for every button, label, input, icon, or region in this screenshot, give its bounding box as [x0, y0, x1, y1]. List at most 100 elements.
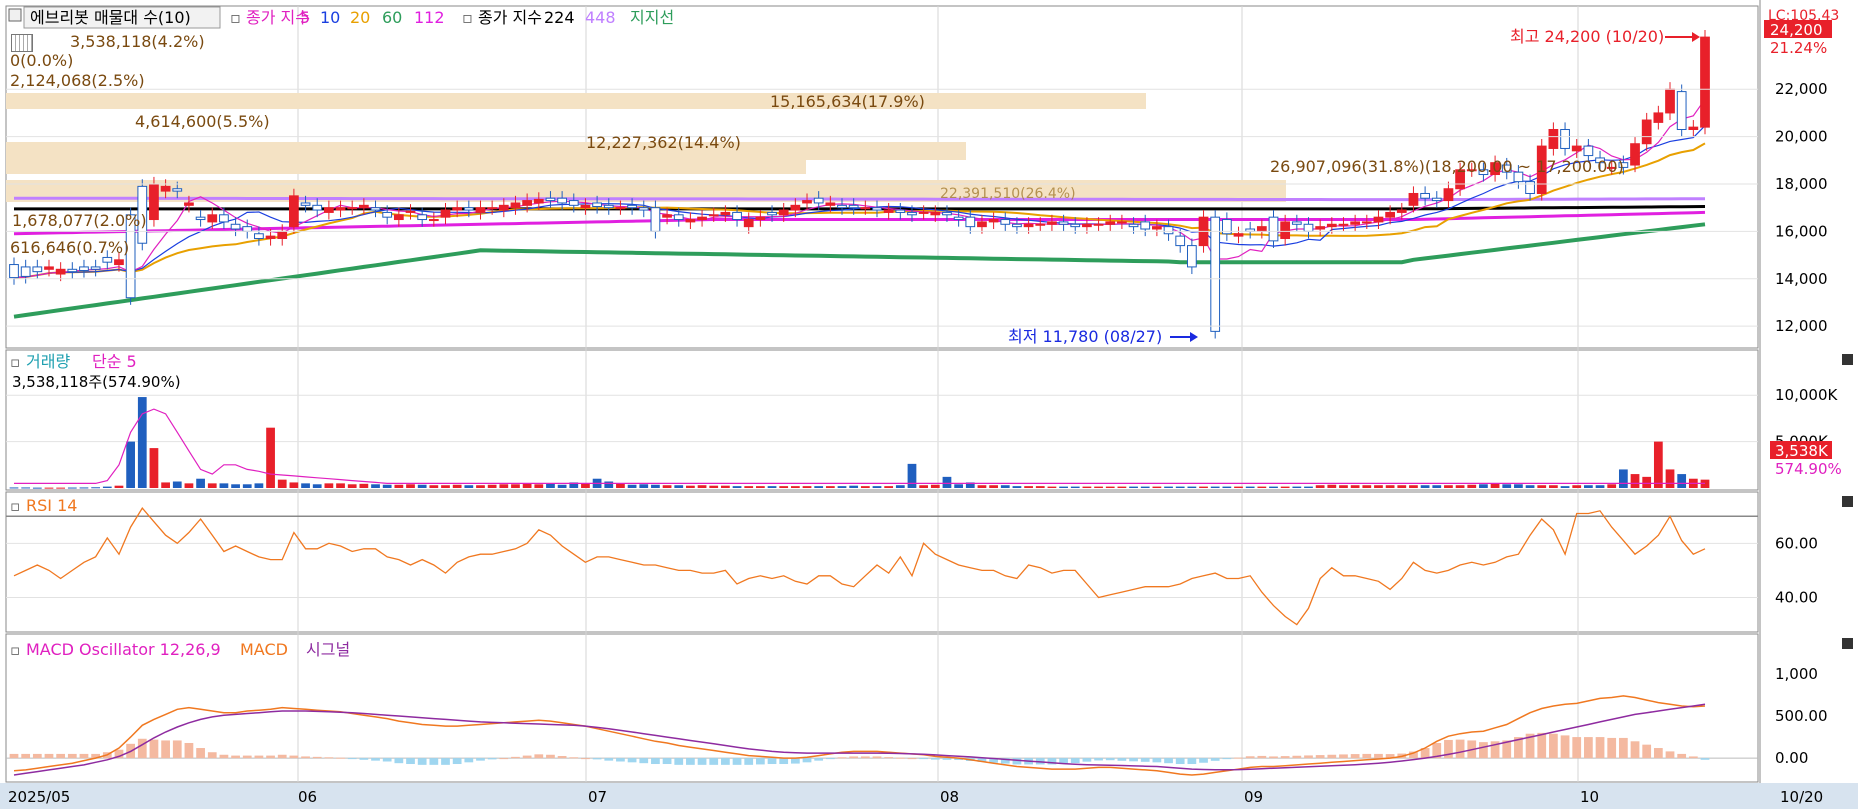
volume-bar — [534, 484, 544, 488]
candle-body — [1000, 219, 1011, 225]
volume-bar — [417, 484, 427, 488]
grid-toggle-icon[interactable] — [11, 34, 33, 52]
volume-bar — [149, 448, 159, 488]
volume-bar — [1070, 486, 1080, 488]
macd-oscillator-bar — [149, 739, 159, 759]
candle-body — [1012, 223, 1022, 228]
ma2-legend-label: 종가 지수 — [478, 8, 542, 27]
candle-body — [1186, 245, 1197, 268]
volume-profile-label: 3,538,118(4.2%) — [70, 32, 205, 51]
rsi-panel-close-icon[interactable] — [1842, 496, 1853, 507]
change-pct: 21.24% — [1770, 39, 1827, 57]
ma-period-112: 112 — [414, 8, 445, 27]
volume-profile-label: 26,907,096(31.8%)(18,200.00 ~ 17,200.00) — [1270, 157, 1624, 176]
macd-oscillator-bar — [1210, 758, 1220, 761]
candle-body — [1105, 221, 1116, 225]
macd-oscillator-bar — [895, 757, 905, 759]
volume-bar — [137, 397, 147, 488]
candle-body — [475, 207, 486, 213]
candle-body — [55, 268, 66, 275]
stock-name: 에브리봇 매물대 수(10) — [30, 8, 191, 27]
candle-body — [1688, 126, 1699, 131]
volume-bar — [1397, 485, 1407, 488]
volume-profile-label: 2,124,068(2.5%) — [10, 71, 145, 90]
volume-bar — [721, 485, 730, 488]
x-label-oct: 10 — [1580, 788, 1599, 806]
price-tick-label: 22,000 — [1775, 80, 1828, 98]
candle-body — [207, 214, 218, 223]
candle-body — [720, 211, 731, 216]
macd-oscillator-bar — [1304, 755, 1313, 759]
candle-body — [382, 211, 393, 218]
macd-oscillator-bar — [1537, 732, 1547, 759]
x-label-aug: 08 — [940, 788, 959, 806]
volume-panel-close-icon[interactable] — [1842, 354, 1853, 365]
volume-bar — [347, 484, 357, 488]
candle-body — [1385, 211, 1395, 218]
volume-bar — [627, 484, 637, 488]
macd-oscillator-bar — [755, 758, 765, 765]
svg-text:▫: ▫ — [10, 641, 20, 659]
candle-body — [1117, 221, 1127, 224]
macd-panel-close-icon[interactable] — [1842, 638, 1853, 649]
candle-body — [1396, 209, 1407, 213]
volume-bar — [161, 482, 170, 488]
volume-bar — [732, 486, 742, 488]
volume-bar — [1269, 486, 1278, 488]
candle-body — [697, 216, 707, 221]
volume-bar — [9, 487, 19, 489]
macd-oscillator-bar — [1665, 751, 1675, 759]
volume-bar — [1490, 483, 1500, 488]
volume-bar — [860, 486, 870, 488]
candle-body — [1128, 223, 1139, 228]
macd-oscillator-bar — [581, 758, 590, 760]
ma-period-20: 20 — [350, 8, 370, 27]
ma-period-60: 60 — [382, 8, 402, 27]
volume-profile-bar — [6, 93, 1146, 109]
candle-body — [393, 214, 404, 221]
macd-oscillator-bar — [1700, 758, 1710, 760]
candle-body — [405, 210, 416, 213]
macd-oscillator-bar — [825, 758, 835, 760]
candle-body — [872, 207, 882, 211]
settings-icon[interactable] — [8, 8, 22, 22]
volume-bar — [511, 484, 520, 488]
volume-bar — [499, 484, 509, 488]
candle-body — [184, 202, 194, 206]
candle-body — [44, 266, 54, 270]
volume-bar — [1152, 486, 1162, 488]
volume-bar — [1607, 484, 1617, 488]
macd-oscillator-bar — [21, 753, 31, 759]
macd-oscillator-bar — [534, 754, 544, 759]
volume-bar — [1432, 485, 1442, 488]
volume-bar — [1677, 474, 1687, 488]
volume-bar — [1234, 486, 1243, 488]
volume-bar — [487, 484, 497, 488]
volume-bar — [1140, 486, 1150, 488]
candle-body — [277, 230, 288, 239]
volume-bar — [1000, 485, 1010, 488]
volume-bar — [837, 486, 847, 488]
volume-bar — [242, 484, 252, 488]
volume-bar — [254, 483, 264, 488]
macd-oscillator-bar — [1315, 755, 1325, 759]
macd-oscillator-bar — [1245, 756, 1255, 759]
volume-bar — [406, 484, 415, 488]
volume-bar — [802, 486, 812, 488]
candle-body — [1338, 223, 1349, 226]
candle-body — [545, 197, 556, 202]
volume-bar — [604, 481, 614, 488]
candle-body — [1525, 181, 1535, 194]
candle-body — [1443, 188, 1454, 202]
candle-body — [1361, 221, 1372, 224]
macd-oscillator-bar — [312, 756, 322, 759]
candle-body — [907, 211, 917, 216]
volume-bar — [1595, 485, 1605, 488]
volume-current-info: 3,538,118주(574.90%) — [12, 373, 181, 391]
rsi-tick-label: 40.00 — [1775, 589, 1818, 607]
candle-body — [988, 219, 999, 223]
volume-bar — [1315, 485, 1325, 488]
volume-bar — [1187, 486, 1197, 488]
macd-oscillator-bar — [79, 753, 89, 759]
candle-body — [1268, 216, 1279, 242]
